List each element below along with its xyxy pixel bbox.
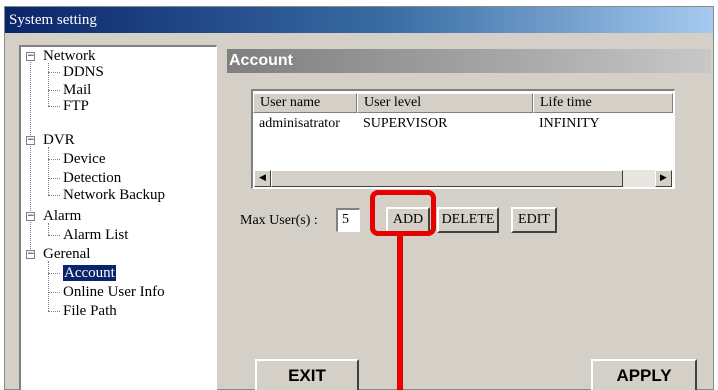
dvr-collapse-icon[interactable]: − [26,136,35,145]
tree-connector [48,292,60,293]
tree-item-detection[interactable]: Detection [63,169,121,187]
highlight-pointer-line [397,236,403,390]
alarm-collapse-icon[interactable]: − [26,212,35,221]
tree-item-file-path[interactable]: File Path [63,302,117,320]
exit-button[interactable]: EXIT [255,359,359,390]
add-highlight-box [370,190,436,236]
horizontal-scrollbar[interactable]: ◀ ▶ [254,170,672,187]
settings-tree: − Network DDNS Mail FTP − DVR Device Det… [19,45,217,390]
tree-connector [48,147,49,195]
tree-connector [48,159,60,160]
cell-user-level: SUPERVISOR [363,116,448,131]
general-collapse-icon[interactable]: − [26,250,35,259]
tree-connector [48,273,60,274]
edit-button[interactable]: EDIT [511,207,557,233]
tree-connector [48,195,60,196]
tree-item-online-user-info[interactable]: Online User Info [63,283,165,301]
column-header-life-time[interactable]: Life time [533,93,673,113]
tree-item-ftp[interactable]: FTP [63,97,89,115]
panel-title: Account [227,49,711,73]
tree-item-general[interactable]: Gerenal [43,245,90,263]
tree-connector [48,72,60,73]
tree-connector [48,261,49,311]
tree-item-alarm-list[interactable]: Alarm List [63,226,128,244]
tree-connector [48,178,60,179]
apply-button[interactable]: APPLY [591,359,697,390]
account-table[interactable]: User name User level Life time adminisat… [251,89,675,189]
column-header-user-name[interactable]: User name [253,93,357,113]
tree-item-ddns[interactable]: DDNS [63,63,104,81]
delete-button[interactable]: DELETE [437,207,499,233]
scroll-left-icon[interactable]: ◀ [254,170,271,187]
tree-item-account-label: Account [63,265,116,281]
column-header-user-level[interactable]: User level [357,93,533,113]
tree-item-account[interactable]: Account [63,264,116,282]
window-title: System setting [5,7,713,33]
tree-connector [48,90,60,91]
network-collapse-icon[interactable]: − [26,52,35,61]
scroll-right-icon[interactable]: ▶ [655,170,672,187]
cell-user-name: adminisatrator [259,116,340,131]
tree-connector [48,63,49,106]
max-users-label: Max User(s) : [240,213,318,228]
tree-connector [48,223,49,235]
tree-connector [48,235,60,236]
max-users-input[interactable]: 5 [336,208,360,232]
tree-connector [48,106,60,107]
system-setting-window: System setting − Network DDNS Mail FTP −… [4,6,714,390]
scroll-thumb[interactable] [271,170,623,187]
tree-item-device[interactable]: Device [63,150,105,168]
cell-life-time: INFINITY [539,116,600,131]
tree-connector [48,311,60,312]
tree-item-network-backup[interactable]: Network Backup [63,186,165,204]
